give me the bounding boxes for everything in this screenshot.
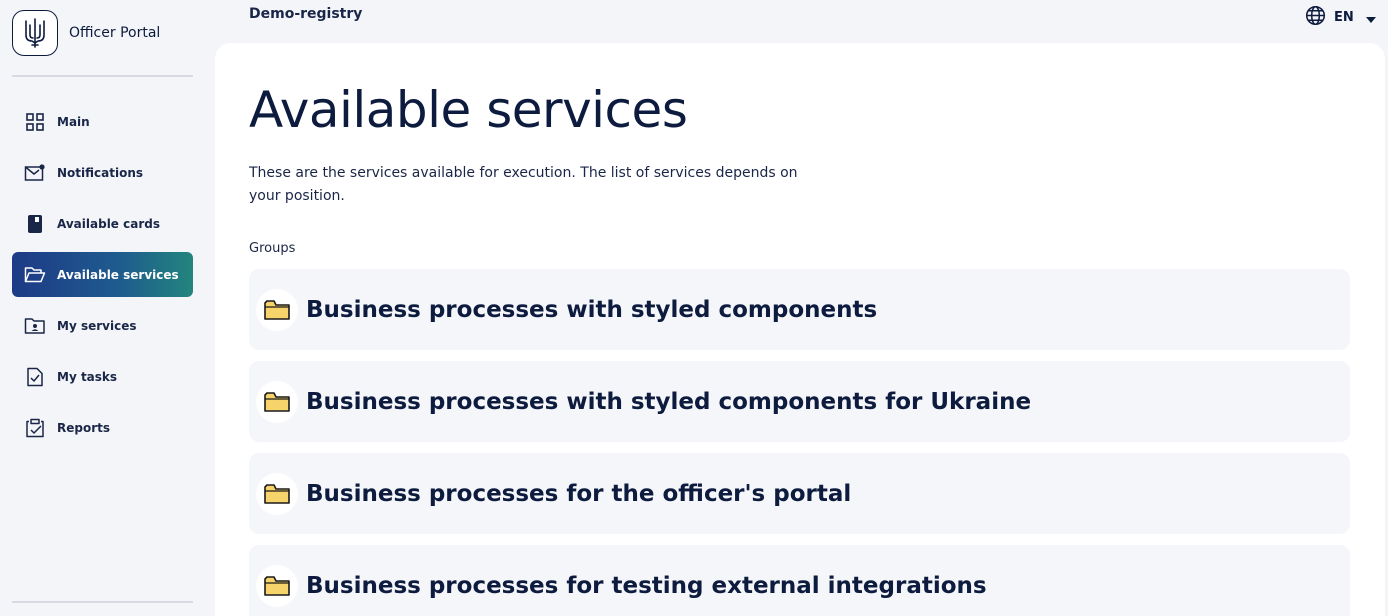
language-selector[interactable]: EN	[1305, 5, 1376, 30]
sidebar-item-label: My tasks	[57, 369, 118, 384]
sidebar-item-label: My services	[57, 318, 137, 333]
folder-icon	[256, 564, 298, 607]
mail-icon	[24, 162, 46, 184]
sidebar: Officer Portal Main Notifications Availa…	[0, 0, 205, 616]
sidebar-item-notifications[interactable]: Notifications	[12, 150, 193, 195]
sidebar-nav: Main Notifications Available cards Avail…	[12, 99, 193, 456]
sidebar-bottom-divider	[12, 601, 193, 603]
globe-icon	[1305, 5, 1326, 30]
registry-name: Demo-registry	[249, 6, 363, 22]
clipboard-icon	[24, 417, 46, 439]
folder-open-icon	[24, 264, 46, 286]
sidebar-item-label: Reports	[57, 420, 111, 435]
sidebar-item-my-tasks[interactable]: My tasks	[12, 354, 193, 399]
sidebar-item-my-services[interactable]: My services	[12, 303, 193, 348]
group-card[interactable]: Business processes for testing external …	[249, 545, 1350, 616]
group-title: Business processes with styled component…	[306, 388, 1032, 415]
folder-icon	[256, 380, 298, 423]
grid-icon	[24, 111, 46, 133]
sidebar-item-label: Main	[57, 114, 90, 129]
app-name: Officer Portal	[69, 25, 161, 41]
page-description: These are the services available for exe…	[249, 165, 798, 204]
group-title: Business processes with styled component…	[306, 296, 878, 323]
card-icon	[24, 213, 46, 235]
main-content: Available services These are the service…	[215, 43, 1385, 616]
group-card[interactable]: Business processes with styled component…	[249, 361, 1350, 442]
group-title: Business processes for the officer's por…	[306, 480, 852, 507]
group-title: Business processes for testing external …	[306, 572, 987, 599]
folder-icon	[256, 288, 298, 331]
sidebar-item-reports[interactable]: Reports	[12, 405, 193, 450]
page-title: Available services	[249, 81, 688, 139]
group-card[interactable]: Business processes with styled component…	[249, 269, 1350, 350]
sidebar-item-label: Available cards	[57, 216, 160, 231]
sidebar-item-available-services[interactable]: Available services	[12, 252, 193, 297]
chevron-down-icon	[1365, 8, 1376, 27]
groups-label: Groups	[249, 241, 296, 256]
sidebar-item-label: Notifications	[57, 165, 144, 180]
group-card[interactable]: Business processes for the officer's por…	[249, 453, 1350, 534]
trident-logo-icon	[12, 10, 58, 56]
folder-user-icon	[24, 315, 46, 337]
language-code: EN	[1334, 10, 1354, 25]
sidebar-item-available-cards[interactable]: Available cards	[12, 201, 193, 246]
sidebar-item-main[interactable]: Main	[12, 99, 193, 144]
folder-icon	[256, 472, 298, 515]
task-icon	[24, 366, 46, 388]
sidebar-item-label: Available services	[57, 267, 179, 282]
sidebar-divider	[12, 75, 193, 77]
brand[interactable]: Officer Portal	[12, 10, 160, 56]
